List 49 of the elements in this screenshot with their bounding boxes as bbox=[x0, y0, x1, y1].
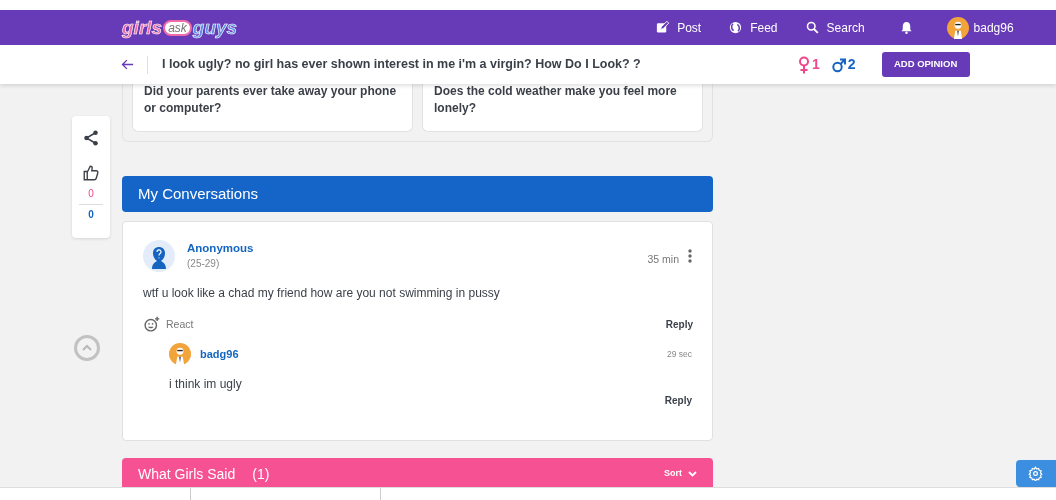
settings-icon bbox=[1028, 466, 1043, 481]
comment-text: i think im ugly bbox=[169, 376, 243, 393]
add-opinion-button[interactable]: ADD OPINION bbox=[881, 52, 970, 77]
question-card[interactable]: Did your parents ever take away your phone or computer? bbox=[132, 84, 413, 132]
author-age: (25-29) bbox=[187, 257, 221, 271]
opinion-count: (1) bbox=[252, 464, 270, 484]
smiley-add-icon bbox=[143, 316, 160, 333]
guys-likes: 0 bbox=[88, 209, 94, 221]
reply-button[interactable]: Reply bbox=[665, 317, 693, 332]
comment-time: 29 sec bbox=[666, 347, 692, 361]
back-arrow-icon bbox=[120, 57, 135, 72]
react-button[interactable]: React bbox=[143, 316, 194, 333]
share-button[interactable] bbox=[82, 129, 100, 147]
settings-button[interactable] bbox=[1016, 460, 1056, 487]
anonymous-avatar-icon bbox=[143, 240, 175, 272]
question-card-title: Does the cold weather make you feel more lonely? bbox=[434, 83, 678, 117]
girls-likes: 0 bbox=[88, 188, 94, 200]
user-avatar-icon bbox=[169, 343, 191, 365]
author-name[interactable]: Anonymous bbox=[187, 241, 254, 255]
section-title: What Girls Said bbox=[138, 464, 236, 484]
male-icon bbox=[831, 56, 846, 73]
share-icon bbox=[82, 129, 100, 147]
nav-link[interactable]: Feed bbox=[728, 18, 778, 37]
user-menu[interactable]: badg96 bbox=[946, 16, 1014, 39]
author-name[interactable]: badg96 bbox=[200, 345, 239, 363]
guys-count: 2 bbox=[847, 55, 856, 74]
female-icon bbox=[798, 55, 810, 74]
nav-link[interactable]: Post bbox=[655, 18, 702, 37]
user-avatar-icon bbox=[946, 16, 969, 39]
question-title: I look ugly? no girl has ever shown interest in me i'm a virgin? How Do I Look? ? bbox=[162, 56, 642, 74]
comment-time: 35 min bbox=[647, 252, 679, 267]
question-card-title: Did your parents ever take away your phone or computer? bbox=[144, 83, 398, 117]
back-button[interactable] bbox=[120, 57, 135, 72]
reply-button[interactable]: Reply bbox=[664, 393, 692, 408]
search-icon bbox=[804, 20, 820, 35]
like-button[interactable] bbox=[82, 164, 100, 182]
logo[interactable]: girls ask guys bbox=[122, 18, 238, 37]
more-vertical-icon bbox=[688, 249, 692, 263]
chevron-up-icon bbox=[82, 344, 92, 352]
girls-count: 1 bbox=[812, 55, 820, 74]
thumbs-up-icon bbox=[82, 164, 100, 182]
edit-icon bbox=[655, 20, 671, 35]
more-button[interactable] bbox=[688, 249, 692, 263]
nav-link[interactable]: Search bbox=[804, 18, 865, 37]
chevron-down-icon bbox=[688, 471, 697, 477]
section-header: My Conversations bbox=[122, 176, 713, 212]
question-card[interactable]: Does the cold weather make you feel more lonely? bbox=[422, 84, 703, 132]
feed-icon bbox=[728, 20, 744, 35]
comment-text: wtf u look like a chad my friend how are you not swimming in pussy bbox=[143, 285, 501, 302]
